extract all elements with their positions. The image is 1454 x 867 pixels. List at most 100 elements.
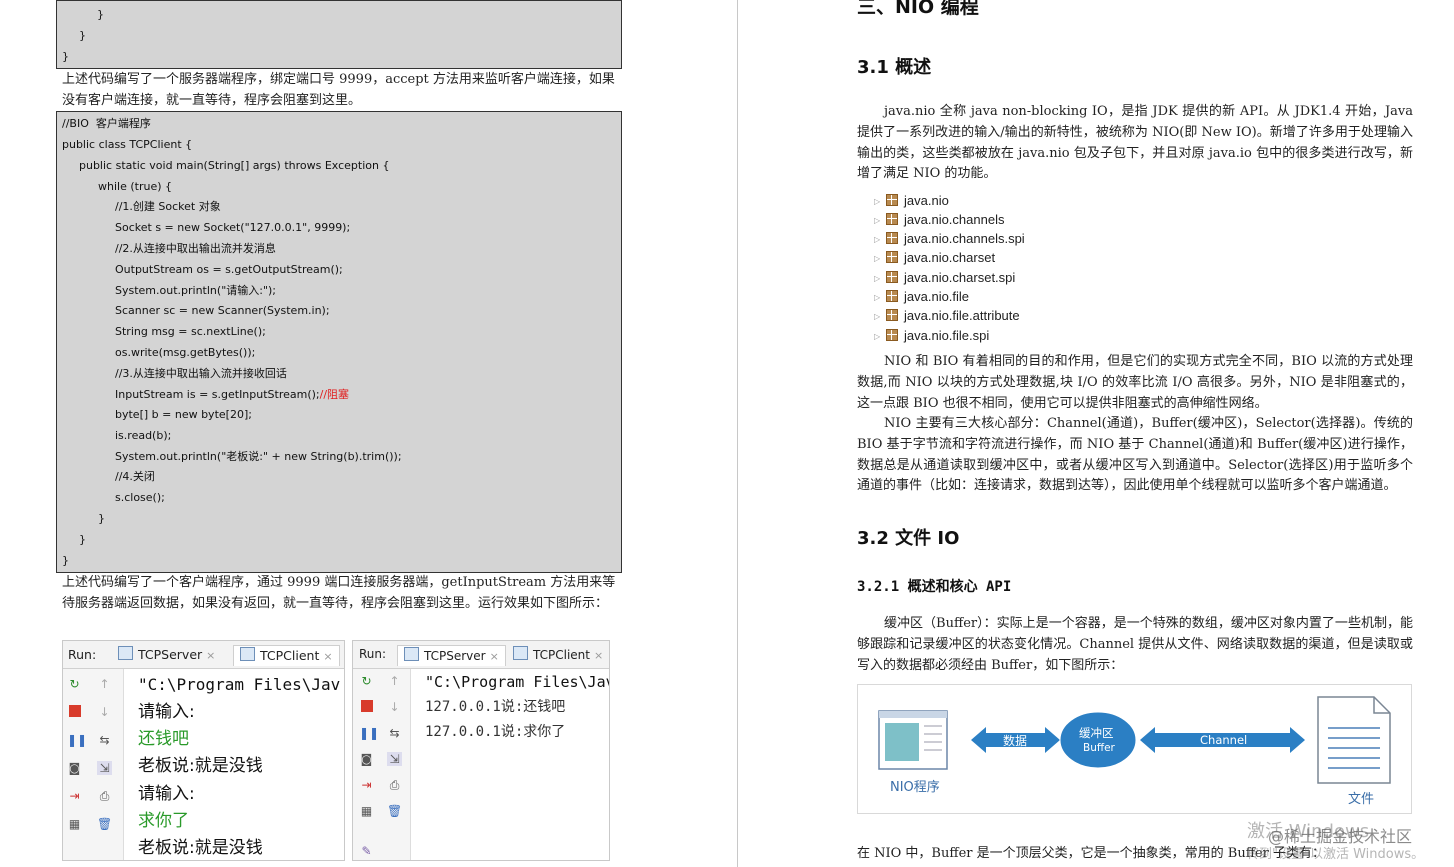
package-item[interactable]: ▷ java.nio.file.attribute [874, 306, 1020, 325]
up-arrow-icon[interactable]: ↑ [97, 677, 112, 691]
section-heading-3-1: 3.1 概述 [857, 57, 932, 78]
paragraph-overview: java.nio 全称 java non-blocking IO，是指 JDK … [857, 102, 1413, 185]
tab-label: TCPServer [424, 649, 486, 663]
expand-arrow-icon[interactable]: ▷ [874, 269, 886, 288]
package-item[interactable]: ▷ java.nio.file [874, 287, 969, 306]
exit-icon[interactable]: ⇥ [359, 778, 374, 792]
package-name: java.nio.charset [904, 250, 996, 265]
package-icon [886, 309, 898, 321]
rerun-icon[interactable]: ↻ [359, 674, 374, 688]
pause-icon[interactable]: ❚❚ [359, 726, 379, 740]
trash-icon[interactable]: 🗑 [97, 817, 112, 831]
paragraph-core-parts: NIO 主要有三大核心部分：Channel(通道)，Buffer(缓冲区)，Se… [857, 414, 1413, 497]
tab-label: TCPClient [533, 648, 590, 662]
code-line: } [97, 8, 104, 21]
run-label: Run: [68, 647, 97, 662]
expand-arrow-icon[interactable]: ▷ [874, 249, 886, 268]
console-input-line: 求你了 [138, 811, 189, 831]
code-line: System.out.println("请输入:"); [115, 284, 277, 297]
console-line: 请输入: [138, 784, 195, 804]
package-name: java.nio.file [904, 289, 970, 304]
print-icon[interactable]: ⎙ [97, 789, 112, 803]
scroll-end-icon[interactable]: ⇲ [97, 761, 112, 775]
paragraph-server-desc: 上述代码编写了一个服务器端程序，绑定端口号 9999，accept 方法用来监听… [62, 72, 615, 108]
stop-icon[interactable] [67, 705, 82, 719]
expand-arrow-icon[interactable]: ▷ [874, 307, 886, 326]
expand-arrow-icon[interactable]: ▷ [874, 327, 886, 346]
wrap-icon[interactable]: ⇆ [387, 726, 402, 740]
down-arrow-icon[interactable]: ↓ [387, 700, 402, 714]
run-toolbar: ↻ ↑ ↓ ❚❚ ⇆ ◙ ⇲ ⇥ ⎙ ▦ 🗑 [63, 669, 124, 860]
close-icon[interactable]: × [594, 649, 603, 662]
rerun-icon[interactable]: ↻ [67, 677, 82, 691]
scroll-end-icon[interactable]: ⇲ [387, 752, 402, 766]
expand-arrow-icon[interactable]: ▷ [874, 230, 886, 249]
page-divider [737, 0, 738, 867]
expand-arrow-icon[interactable]: ▷ [874, 288, 886, 307]
package-name: java.nio.channels [904, 212, 1005, 227]
pause-icon[interactable]: ❚❚ [67, 733, 87, 747]
file-document-icon [1317, 696, 1391, 784]
package-item[interactable]: ▷ java.nio.charset [874, 248, 995, 267]
package-item[interactable]: ▷ java.nio.charset.spi [874, 268, 1015, 287]
run-config-icon [240, 647, 255, 661]
diagram-label-channel: Channel [1200, 733, 1248, 747]
section-heading-3-2-1: 3.2.1 概述和核心 API [857, 579, 1012, 595]
code-line: //BIO 客户端程序 [62, 117, 151, 130]
wrap-icon[interactable]: ⇆ [97, 733, 112, 747]
package-icon [886, 290, 898, 302]
close-icon[interactable]: × [206, 649, 215, 662]
tab-label: TCPServer [138, 647, 203, 662]
layout-icon[interactable]: ▦ [67, 817, 82, 831]
code-block-client: //BIO 客户端程序 public class TCPClient { pub… [56, 111, 622, 573]
exit-icon[interactable]: ⇥ [67, 789, 82, 803]
trash-icon[interactable]: 🗑 [387, 804, 402, 818]
code-line: s.close(); [115, 491, 165, 504]
close-icon[interactable]: × [490, 650, 499, 663]
console-input-line: 还钱吧 [138, 729, 189, 749]
package-item[interactable]: ▷ java.nio.file.spi [874, 326, 989, 345]
package-name: java.nio.charset.spi [904, 270, 1016, 285]
paragraph-text: NIO 主要有三大核心部分：Channel(通道)，Buffer(缓冲区)，Se… [857, 416, 1413, 494]
code-line: public class TCPClient { [62, 138, 193, 151]
package-icon [886, 329, 898, 341]
expand-arrow-icon[interactable]: ▷ [874, 192, 886, 211]
package-item[interactable]: ▷ java.nio [874, 191, 949, 210]
code-line: public static void main(String[] args) t… [79, 159, 390, 172]
block-comment: //阻塞 [319, 388, 350, 401]
section-heading-3-2: 3.2 文件 IO [857, 528, 960, 549]
code-line: } [62, 554, 69, 567]
package-name: java.nio.file.spi [904, 328, 990, 343]
diagram-label-program: NIO程序 [890, 780, 940, 795]
tab-tcpclient[interactable]: TCPClient × [233, 645, 340, 666]
package-icon [886, 232, 898, 244]
run-header: Run: TCPServer × TCPClient × [63, 641, 344, 669]
camera-icon[interactable]: ◙ [67, 761, 82, 775]
up-arrow-icon[interactable]: ↑ [387, 674, 402, 688]
run-config-icon [118, 646, 133, 660]
program-window-icon [878, 710, 948, 770]
expand-arrow-icon[interactable]: ▷ [874, 211, 886, 230]
close-icon[interactable]: × [323, 650, 332, 663]
stop-icon[interactable] [359, 700, 374, 714]
tab-tcpserver[interactable]: TCPServer × [118, 645, 215, 665]
code-line-with-comment: InputStream is = s.getInputStream();//阻塞 [115, 388, 349, 402]
pin-icon[interactable]: ✎ [359, 844, 374, 858]
code-line: String msg = sc.nextLine(); [115, 325, 266, 338]
console-line: 127.0.0.1说:还钱吧 [425, 699, 566, 715]
console-line: 127.0.0.1说:求你了 [425, 724, 566, 740]
package-item[interactable]: ▷ java.nio.channels.spi [874, 229, 1025, 248]
code-line: } [98, 512, 105, 525]
package-item[interactable]: ▷ java.nio.channels [874, 210, 1004, 229]
buffer-flow-diagram: NIO程序 数据 缓冲区 Buffer Channel 文件 [857, 684, 1412, 814]
down-arrow-icon[interactable]: ↓ [97, 705, 112, 719]
tab-tcpserver[interactable]: TCPServer × [397, 645, 506, 666]
run-panel-client: Run: TCPServer × TCPClient × ↻ ↑ ↓ ❚❚ ⇆ ◙ … [62, 640, 345, 861]
run-panel-server: Run: TCPServer × TCPClient × ↻ ↑ ↓ ❚❚ ⇆ ◙ … [352, 640, 610, 861]
paragraph-text: 缓冲区（Buffer）：实际上是一个容器，是一个特殊的数组，缓冲区对象内置了一些… [857, 616, 1413, 673]
tab-tcpclient[interactable]: TCPClient × [513, 645, 603, 665]
layout-icon[interactable]: ▦ [359, 804, 374, 818]
run-label: Run: [359, 647, 387, 661]
camera-icon[interactable]: ◙ [359, 752, 374, 766]
print-icon[interactable]: ⎙ [387, 778, 402, 792]
